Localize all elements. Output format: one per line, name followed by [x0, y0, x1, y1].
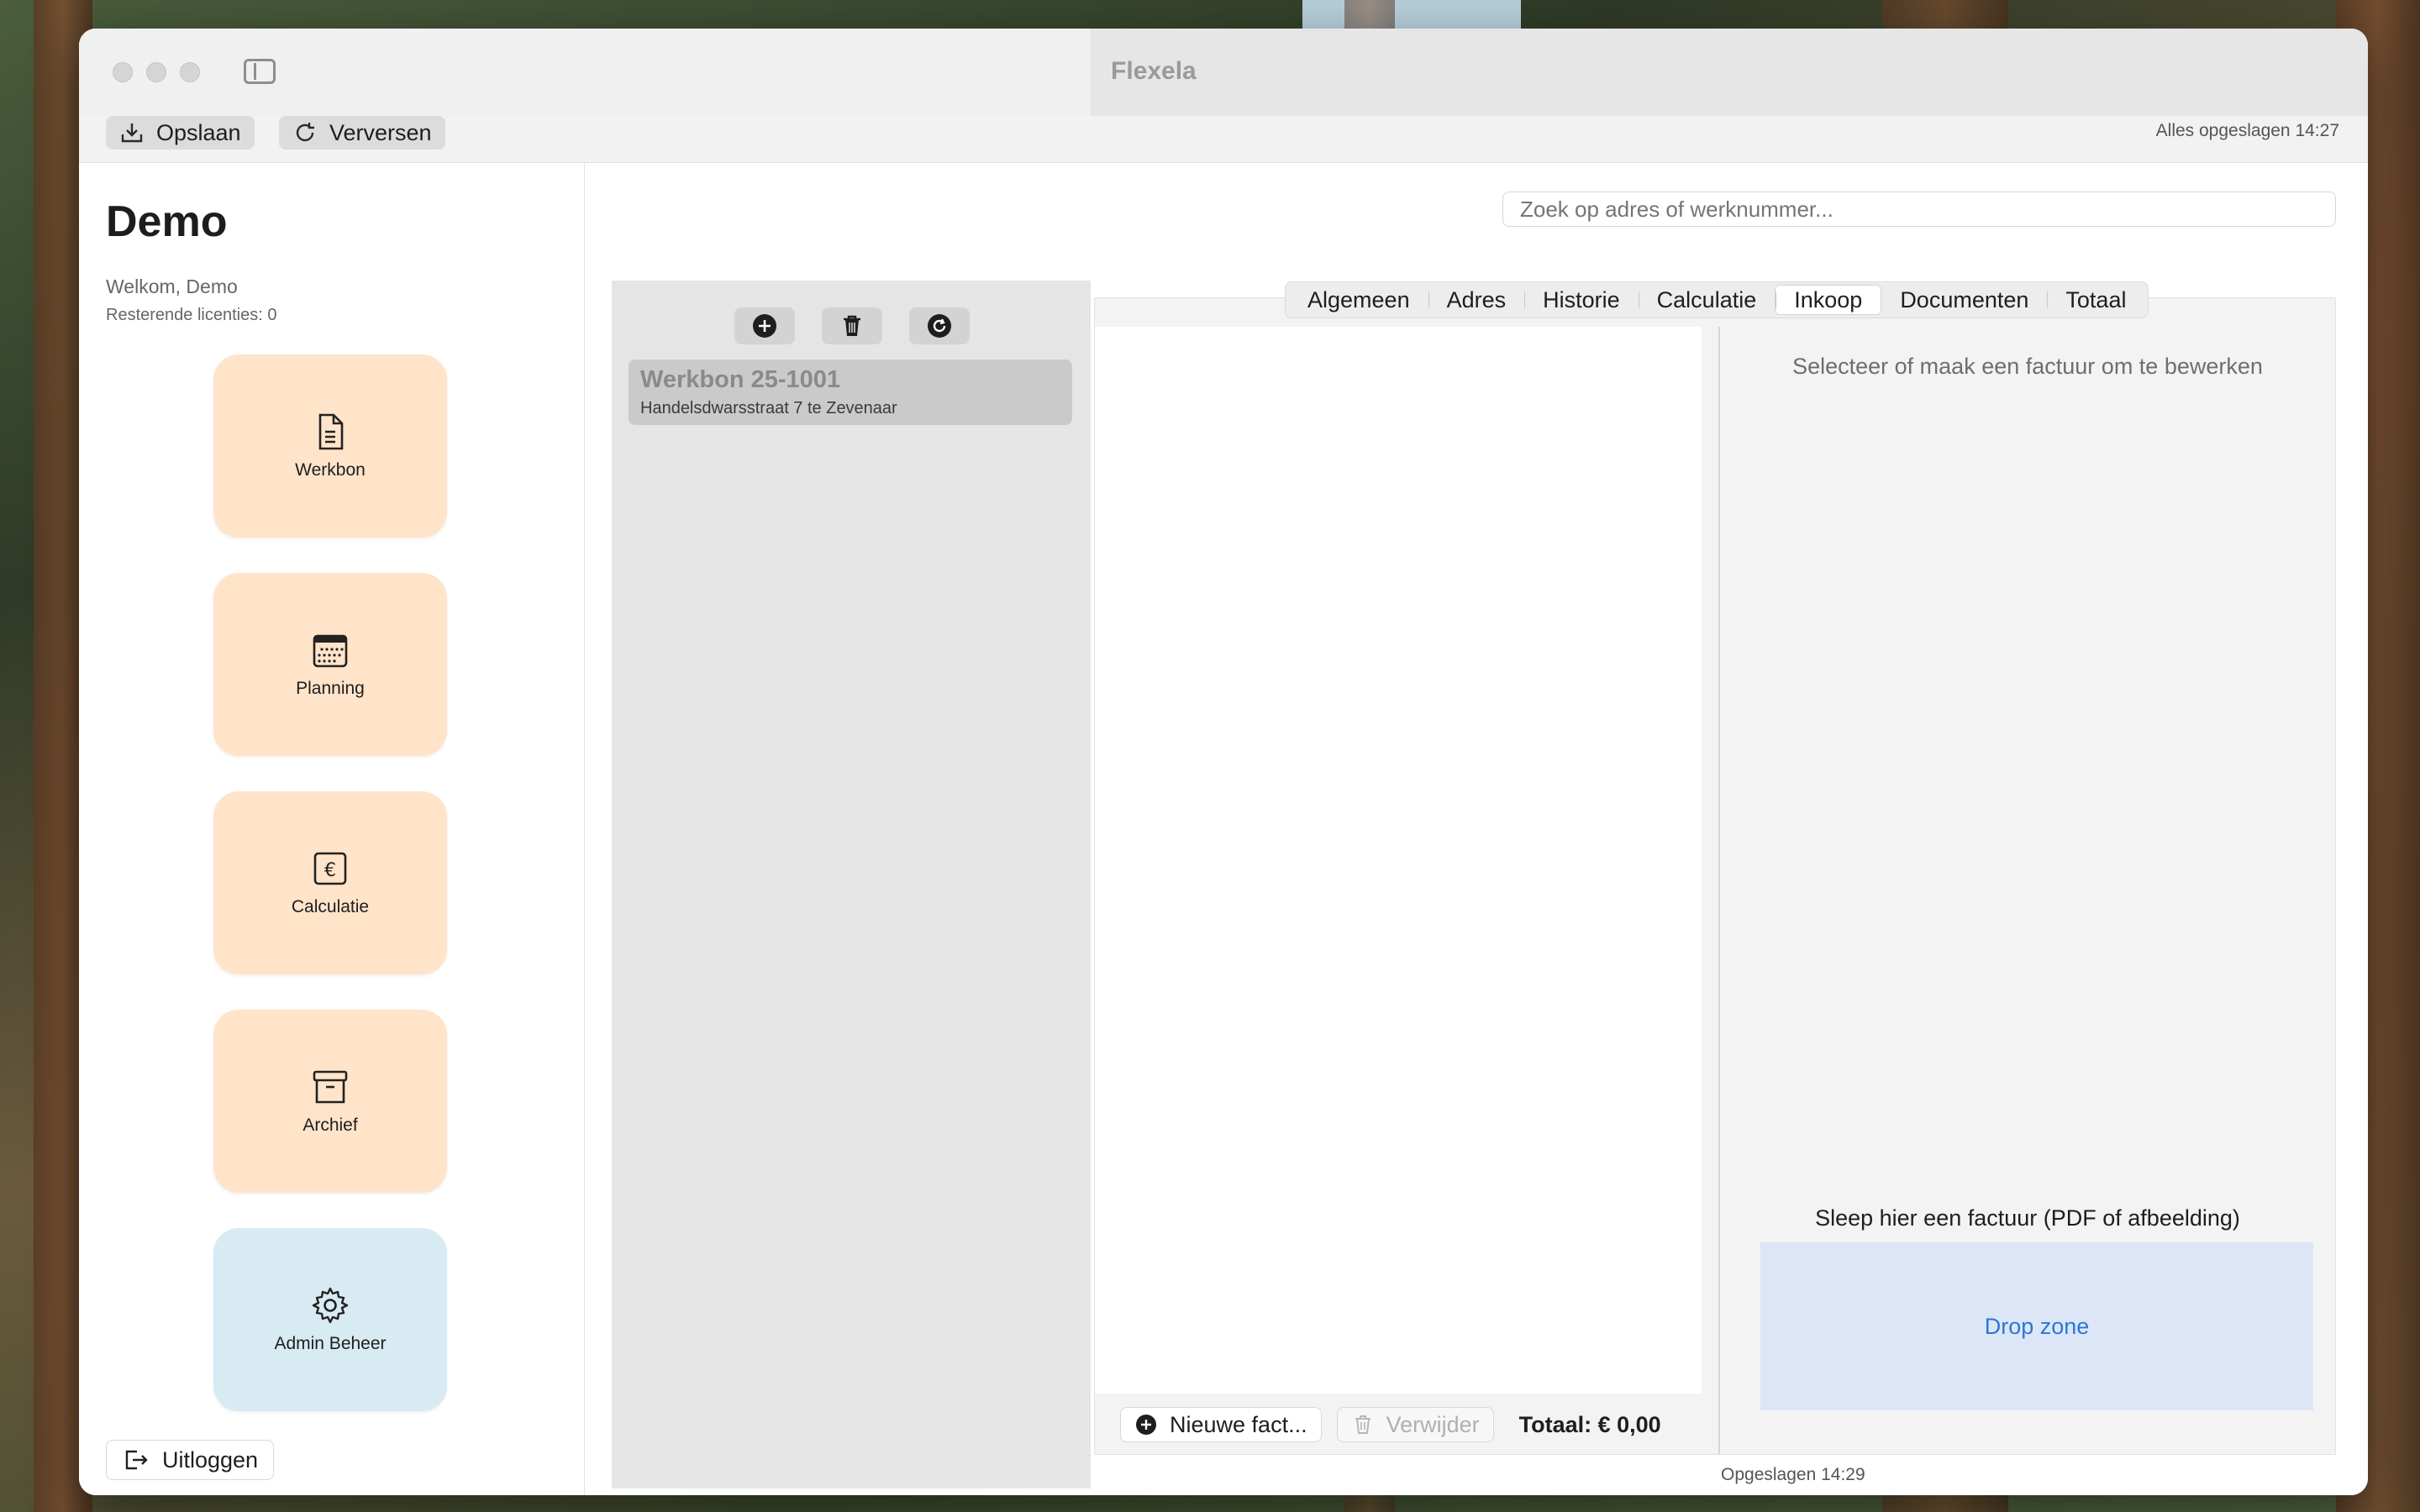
gear-icon — [312, 1287, 349, 1324]
delete-werkbon-button[interactable] — [822, 307, 882, 344]
invoice-list[interactable] — [1095, 327, 1702, 1394]
worklist-panel: Werkbon 25-1001 Handelsdwarsstraat 7 te … — [612, 281, 1091, 1488]
toolbar: Opslaan Verversen Alles opgeslagen 14:27 — [79, 116, 2368, 163]
app-window: Flexela Opslaan Verversen Alles opgeslag… — [79, 29, 2368, 1495]
tab-totaal[interactable]: Totaal — [2047, 285, 2144, 315]
select-invoice-message: Selecteer of maak een factuur om te bewe… — [1792, 354, 2263, 379]
logout-label: Uitloggen — [162, 1446, 259, 1473]
tile-calculatie[interactable]: € Calculatie — [213, 791, 447, 974]
detail-panel: Algemeen Adres Historie Calculatie Inkoo… — [1094, 281, 2336, 1455]
tab-inkoop[interactable]: Inkoop — [1775, 285, 1882, 315]
calendar-icon — [313, 634, 348, 668]
close-window-button[interactable] — [113, 62, 133, 82]
licenses-text: Resterende licenties: 0 — [106, 306, 277, 324]
user-name: Demo — [106, 197, 228, 246]
tile-label: Werkbon — [295, 460, 366, 480]
window-title: Flexela — [1111, 57, 1197, 85]
title-bar: Flexela — [79, 29, 2368, 116]
minimize-window-button[interactable] — [146, 62, 166, 82]
tile-label: Admin Beheer — [274, 1334, 387, 1353]
save-label: Opslaan — [156, 119, 241, 145]
refresh-circle-icon — [928, 314, 951, 338]
logout-icon — [125, 1450, 148, 1470]
refresh-button[interactable]: Verversen — [279, 116, 445, 150]
drop-title: Sleep hier een factuur (PDF of afbeeldin… — [1815, 1205, 2240, 1231]
new-invoice-button[interactable]: Nieuwe fact... — [1120, 1407, 1322, 1442]
logout-button[interactable]: Uitloggen — [106, 1440, 275, 1480]
refresh-label: Verversen — [329, 119, 432, 145]
plus-circle-icon — [753, 314, 776, 338]
save-status: Alles opgeslagen 14:27 — [2155, 121, 2339, 140]
trash-icon — [844, 315, 860, 336]
tab-bar: Algemeen Adres Historie Calculatie Inkoo… — [1285, 281, 2149, 318]
delete-invoice-label: Verwijder — [1386, 1411, 1480, 1437]
svg-text:€: € — [324, 860, 336, 881]
tray-download-icon — [121, 123, 143, 143]
tab-calculatie[interactable]: Calculatie — [1638, 285, 1776, 315]
drop-zone[interactable]: Drop zone — [1760, 1242, 2313, 1410]
tab-adres[interactable]: Adres — [1428, 285, 1525, 315]
refresh-icon — [296, 123, 314, 142]
panel-divider — [1718, 327, 1720, 1454]
tile-werkbon[interactable]: Werkbon — [213, 354, 447, 538]
sidebar: Demo Welkom, Demo Resterende licenties: … — [79, 163, 585, 1495]
archive-icon — [313, 1070, 348, 1104]
tile-label: Calculatie — [291, 897, 370, 916]
tile-planning[interactable]: Planning — [213, 573, 447, 756]
tile-label: Planning — [296, 679, 365, 698]
werkbon-list-item[interactable]: Werkbon 25-1001 Handelsdwarsstraat 7 te … — [629, 360, 1072, 425]
main-content: Werkbon 25-1001 Handelsdwarsstraat 7 te … — [585, 163, 2368, 1495]
invoice-total: Totaal: € 0,00 — [1518, 1411, 1661, 1437]
plus-circle-icon — [1136, 1415, 1156, 1435]
welcome-text: Welkom, Demo — [106, 276, 238, 297]
delete-invoice-button[interactable]: Verwijder — [1336, 1407, 1494, 1442]
tile-archief[interactable]: Archief — [213, 1010, 447, 1193]
tab-documenten[interactable]: Documenten — [1881, 285, 2047, 315]
invoice-actions: Nieuwe fact... Verwijder Totaal: € 0,00 — [1120, 1407, 1661, 1442]
werkbon-address: Handelsdwarsstraat 7 te Zevenaar — [640, 399, 897, 417]
tab-historie[interactable]: Historie — [1524, 285, 1639, 315]
reload-werkbon-button[interactable] — [909, 307, 970, 344]
euro-icon: € — [313, 852, 347, 885]
tab-algemeen[interactable]: Algemeen — [1289, 285, 1428, 315]
add-werkbon-button[interactable] — [734, 307, 795, 344]
trash-icon — [1355, 1415, 1370, 1434]
sidebar-toggle-icon[interactable] — [244, 59, 276, 84]
tile-label: Archief — [302, 1116, 358, 1135]
search-input[interactable] — [1502, 192, 2336, 227]
footer-save-status: Opgeslagen 14:29 — [1721, 1465, 1865, 1484]
document-icon — [318, 413, 344, 450]
tile-admin-beheer[interactable]: Admin Beheer — [213, 1228, 447, 1411]
werkbon-title: Werkbon 25-1001 — [640, 366, 841, 393]
new-invoice-label: Nieuwe fact... — [1170, 1411, 1307, 1437]
save-button[interactable]: Opslaan — [106, 116, 255, 150]
zoom-window-button[interactable] — [180, 62, 200, 82]
